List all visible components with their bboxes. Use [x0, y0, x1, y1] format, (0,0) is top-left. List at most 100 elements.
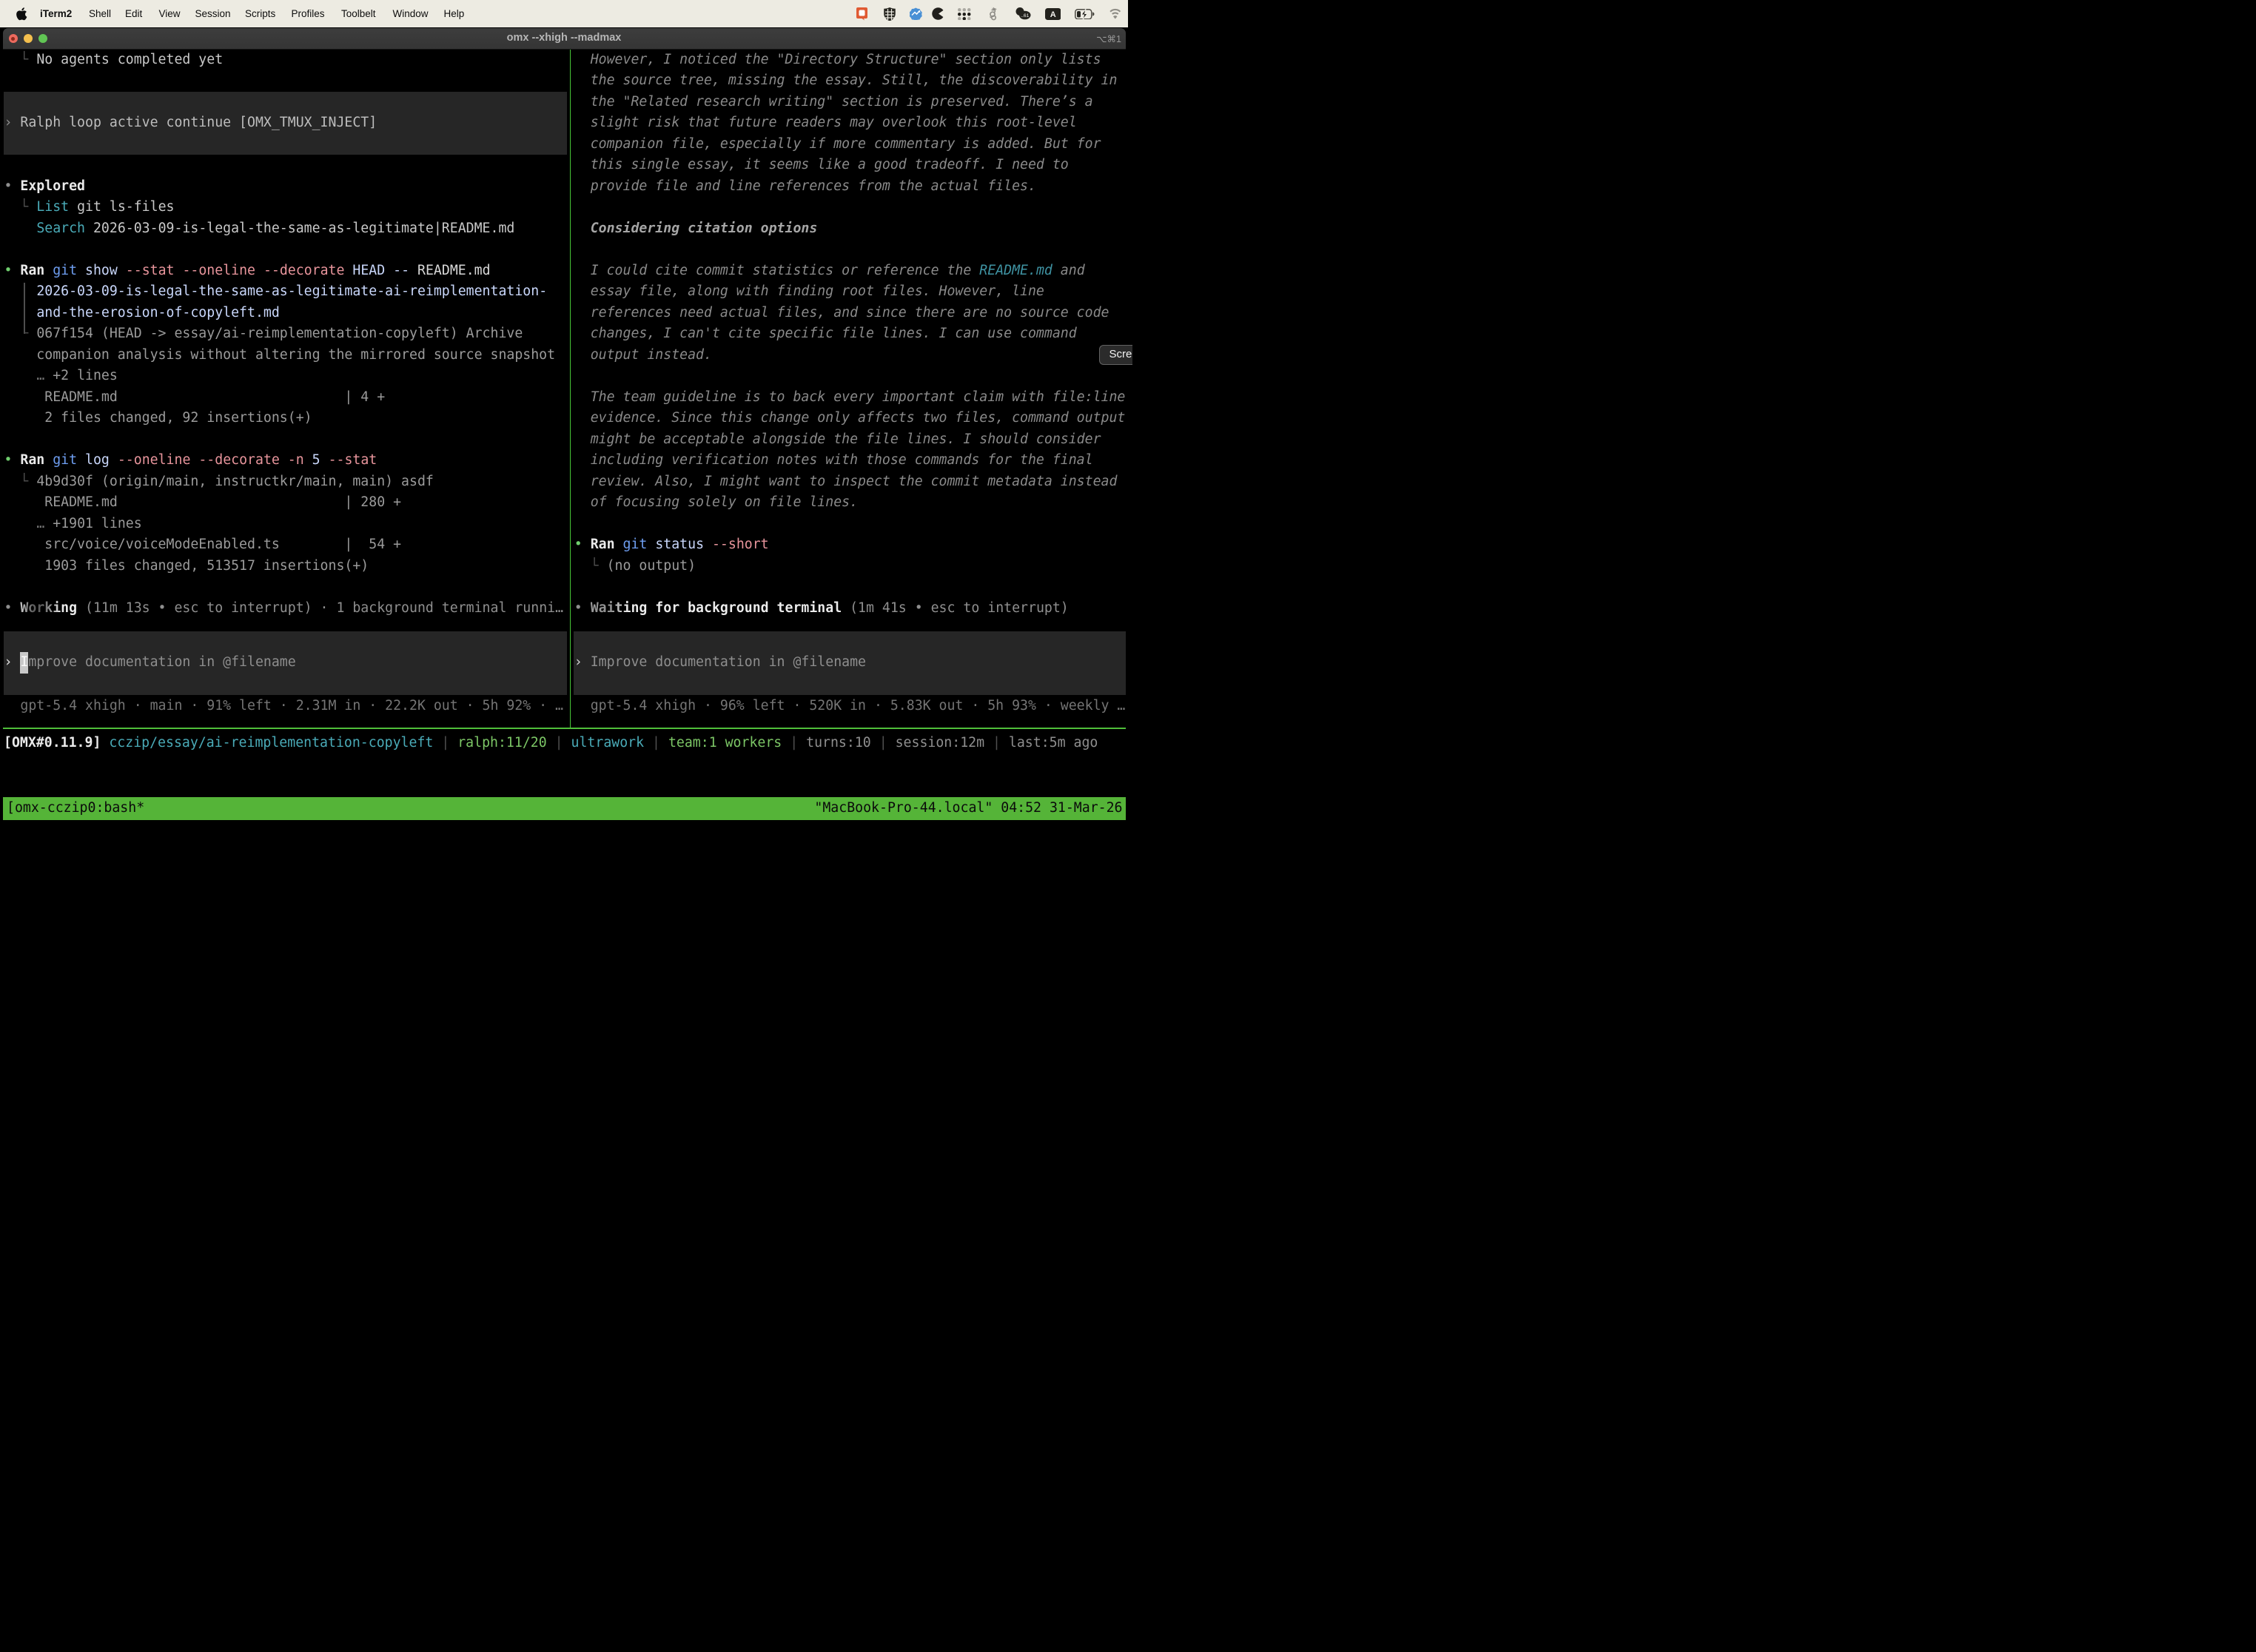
- cloud-61-icon[interactable]: ..61: [1015, 7, 1031, 20]
- terminal-text-segment: •: [574, 600, 591, 616]
- tree-line-patch: [24, 283, 25, 334]
- terminal-text-segment: No agents completed yet: [36, 52, 223, 67]
- terminal-text-segment: [101, 735, 109, 751]
- left-pane-line: src/voice/voiceModeEnabled.ts | 54 +: [4, 534, 402, 556]
- tmux-session-label: [omx-cczip0:bash*: [7, 798, 144, 819]
- terminal-text-segment: evidence. Since this change only affects…: [574, 410, 1126, 426]
- menu-item-toolbelt[interactable]: Toolbelt: [341, 0, 376, 27]
- menu-item-shell[interactable]: Shell: [89, 0, 111, 27]
- terminal-text-segment: 2026-03-09-is-legal-the-same-as-legitima…: [36, 283, 547, 299]
- terminal-text-segment: (1m 41s • esc to interrupt): [842, 600, 1069, 616]
- terminal-text-segment: log: [85, 452, 110, 468]
- terminal-text-segment: The team guideline is to back every impo…: [574, 389, 1126, 405]
- menu-item-scripts[interactable]: Scripts: [245, 0, 275, 27]
- window-shortcut-badge: ⌥⌘1: [1096, 28, 1121, 50]
- left-pane-line: Search 2026-03-09-is-legal-the-same-as-l…: [4, 218, 515, 240]
- shield-grid-icon[interactable]: [884, 7, 896, 21]
- menu-item-window[interactable]: Window: [393, 0, 429, 27]
- activity-blue-icon[interactable]: [910, 7, 922, 20]
- terminal-text-segment: ultrawork: [571, 735, 645, 751]
- terminal-text-segment: ›: [4, 654, 21, 670]
- terminal-text-segment: …: [36, 516, 44, 531]
- left-pane-line: • Ran git show --stat --oneline --decora…: [4, 261, 491, 282]
- left-pane-line: 1903 files changed, 513517 insertions(+): [4, 556, 369, 577]
- terminal-text-segment: |: [555, 735, 563, 751]
- left-pane-line: … +2 lines: [4, 366, 118, 387]
- terminal-text-segment: [782, 735, 790, 751]
- window-title: omx --xhigh --madmax: [0, 28, 1128, 50]
- screen-sharing-label: Scre: [1109, 348, 1132, 360]
- right-pane-line: output instead.: [574, 345, 712, 366]
- macos-menu-bar: iTerm2 Shell Edit View Session Scripts Profile…: [0, 0, 1128, 27]
- terminal-text-segment: |: [790, 735, 798, 751]
- terminal-text-segment: gpt-5.4 xhigh · 96% left · 520K in · 5.8…: [574, 698, 1126, 713]
- terminal-text-segment: review. Also, I might want to inspect th…: [574, 474, 1118, 489]
- terminal-text-segment: [385, 263, 393, 278]
- terminal-text-segment: [615, 537, 623, 552]
- svg-text:A: A: [1050, 10, 1055, 19]
- tmux-host-clock: "MacBook-Pro-44.local" 04:52 31-Mar-26: [814, 798, 1122, 819]
- menu-item-edit[interactable]: Edit: [125, 0, 142, 27]
- left-pane-line: • Working (11m 13s • esc to interrupt) ·…: [4, 598, 564, 620]
- terminal-text-segment: [304, 452, 312, 468]
- right-pane-line: essay file, along with finding root file…: [574, 281, 1044, 303]
- terminal-text-segment: +1901 lines: [44, 516, 141, 531]
- terminal-text-segment: Improve documentation in @filename: [591, 654, 866, 670]
- terminal-text-segment: However, I noticed the "Directory Struct…: [574, 52, 1101, 67]
- terminal-text-segment: [110, 452, 118, 468]
- terminal-text-segment: Working: [20, 600, 77, 616]
- chat-bubble-icon[interactable]: [856, 7, 867, 21]
- terminal-text-segment: and-the-erosion-of-copyleft.md: [36, 305, 280, 320]
- terminal-text-segment: companion file, especially if more comme…: [574, 136, 1101, 152]
- terminal-text-segment: Ralph loop active continue [OMX_TMUX_INJ…: [20, 115, 377, 130]
- terminal-text-segment: README.md | 4 +: [4, 389, 386, 405]
- terminal-text-segment: output instead.: [574, 347, 712, 363]
- left-pane-line: › Ralph loop active continue [OMX_TMUX_I…: [4, 113, 377, 134]
- terminal-text-segment: provide file and line references from th…: [574, 178, 1036, 194]
- dots-grid-icon[interactable]: [958, 8, 971, 21]
- menu-item-profiles[interactable]: Profiles: [292, 0, 325, 27]
- apple-logo-icon[interactable]: [16, 7, 27, 21]
- menu-item-view[interactable]: View: [159, 0, 181, 27]
- terminal-text-segment: └: [4, 52, 37, 67]
- terminal-text-segment: Ran: [591, 537, 615, 552]
- omx-status-line: [OMX#0.11.9] cczip/essay/ai-reimplementa…: [4, 733, 1098, 754]
- screen-sharing-overlay[interactable]: Scre: [1099, 345, 1132, 365]
- left-pane-line: … +1901 lines: [4, 514, 142, 535]
- wireshark-dragon-icon[interactable]: [989, 7, 998, 21]
- terminal-text-segment: •: [574, 537, 591, 552]
- right-pane-line: might be acceptable alongside the file l…: [574, 429, 1101, 451]
- keyboard-layout-icon[interactable]: A: [1045, 8, 1061, 20]
- menu-item-session[interactable]: Session: [195, 0, 231, 27]
- terminal-text-segment: List: [36, 199, 69, 215]
- right-pane-line: However, I noticed the "Directory Struct…: [574, 50, 1101, 71]
- right-pane-line: evidence. Since this change only affects…: [574, 408, 1126, 429]
- wifi-icon[interactable]: [1109, 8, 1121, 19]
- terminal-text-segment: team:1 workers: [668, 735, 782, 751]
- terminal-text-segment: •: [4, 178, 21, 194]
- right-pane-line: this single essay, it seems like a good …: [574, 155, 1069, 176]
- terminal-text-segment: •: [4, 263, 21, 278]
- terminal-text-segment: show: [85, 263, 118, 278]
- terminal-text-segment: --stat --oneline --decorate: [126, 263, 345, 278]
- camera-circle-icon[interactable]: [932, 7, 945, 20]
- terminal-text-segment: ›: [4, 115, 21, 130]
- left-pane-line: gpt-5.4 xhigh · main · 91% left · 2.31M …: [4, 696, 564, 717]
- menu-item-help[interactable]: Help: [444, 0, 465, 27]
- terminal-text-segment: session:12m: [896, 735, 984, 751]
- menu-item-iterm2[interactable]: iTerm2: [40, 0, 72, 27]
- tmux-pane-divider[interactable]: [570, 50, 571, 728]
- left-pane-line: └ 067f154 (HEAD -> essay/ai-reimplementa…: [4, 323, 523, 345]
- terminal-text-segment: 5: [312, 452, 320, 468]
- right-pane-line: • Waiting for background terminal (1m 41…: [574, 598, 1069, 620]
- battery-charging-icon[interactable]: [1075, 8, 1095, 19]
- terminal-text-segment: turns:10: [806, 735, 871, 751]
- right-pane-line: slight risk that future readers may over…: [574, 113, 1077, 134]
- terminal-text-segment: [449, 735, 457, 751]
- terminal-text-segment: |: [993, 735, 1001, 751]
- terminal-text-segment: companion analysis without altering the …: [4, 347, 556, 363]
- left-pane-line: └ No agents completed yet: [4, 50, 224, 71]
- terminal-text-segment: git: [623, 537, 648, 552]
- terminal-text-segment: [871, 735, 879, 751]
- terminal-text-segment: [433, 735, 441, 751]
